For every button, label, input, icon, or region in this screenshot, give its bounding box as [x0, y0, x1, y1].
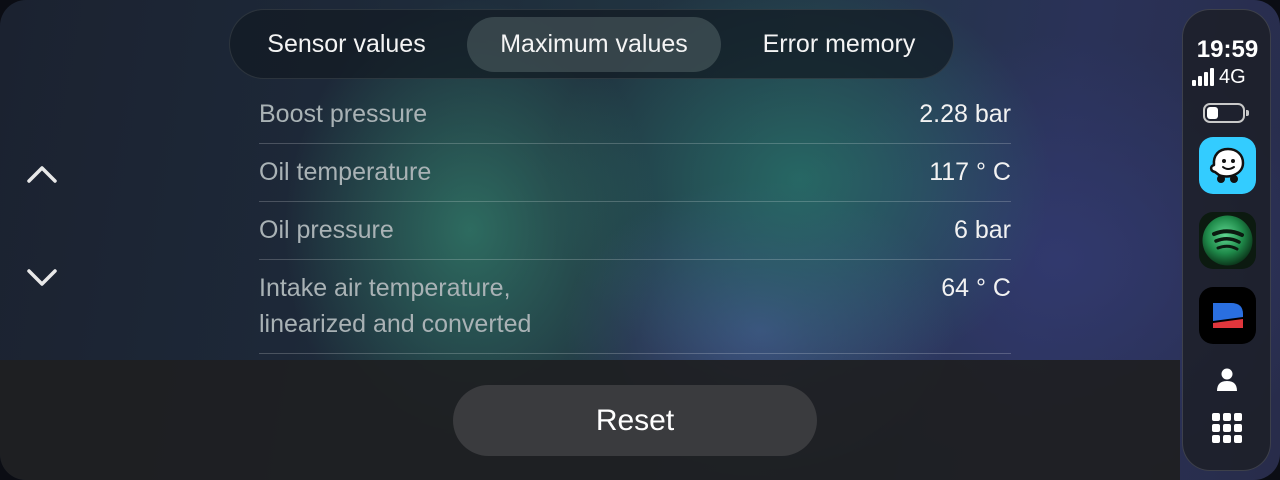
tab-sensor-values[interactable]: Sensor values	[242, 17, 451, 72]
row-value: 6 bar	[954, 216, 1011, 244]
segmented-tabs: Sensor values Maximum values Error memor…	[229, 9, 954, 79]
network-type: 4G	[1219, 65, 1246, 88]
row-value: 117 ° C	[929, 158, 1011, 186]
signal-strength-icon	[1192, 68, 1214, 86]
list-row-intake-air-temperature: Intake air temperature, linearized and c…	[259, 270, 1011, 354]
reset-button[interactable]: Reset	[453, 385, 817, 456]
network-status: 4G	[1192, 66, 1246, 88]
car-app-icon[interactable]	[1199, 287, 1256, 344]
row-value: 64 ° C	[941, 274, 1011, 302]
list-row-oil-pressure: Oil pressure 6 bar	[259, 212, 1011, 260]
app-grid-icon[interactable]	[1211, 412, 1243, 444]
chevron-down-icon[interactable]	[24, 266, 60, 290]
battery-icon	[1203, 103, 1249, 123]
tab-error-memory[interactable]: Error memory	[735, 17, 943, 72]
waze-app-icon[interactable]	[1199, 137, 1256, 194]
row-label: Intake air temperature, linearized and c…	[259, 274, 532, 338]
row-value: 2.28 bar	[919, 100, 1011, 128]
row-label: Oil temperature	[259, 158, 432, 186]
row-label: Oil pressure	[259, 216, 394, 244]
status-time: 19:59	[1196, 36, 1259, 63]
person-icon[interactable]	[1213, 366, 1241, 394]
chevron-up-icon[interactable]	[24, 162, 60, 186]
spotify-app-icon[interactable]	[1199, 212, 1256, 269]
list-row-boost-pressure: Boost pressure 2.28 bar	[259, 96, 1011, 144]
row-label: Boost pressure	[259, 100, 428, 128]
carplay-screen: Sensor values Maximum values Error memor…	[0, 0, 1280, 480]
tab-maximum-values[interactable]: Maximum values	[467, 17, 721, 72]
list-row-oil-temperature: Oil temperature 117 ° C	[259, 154, 1011, 202]
